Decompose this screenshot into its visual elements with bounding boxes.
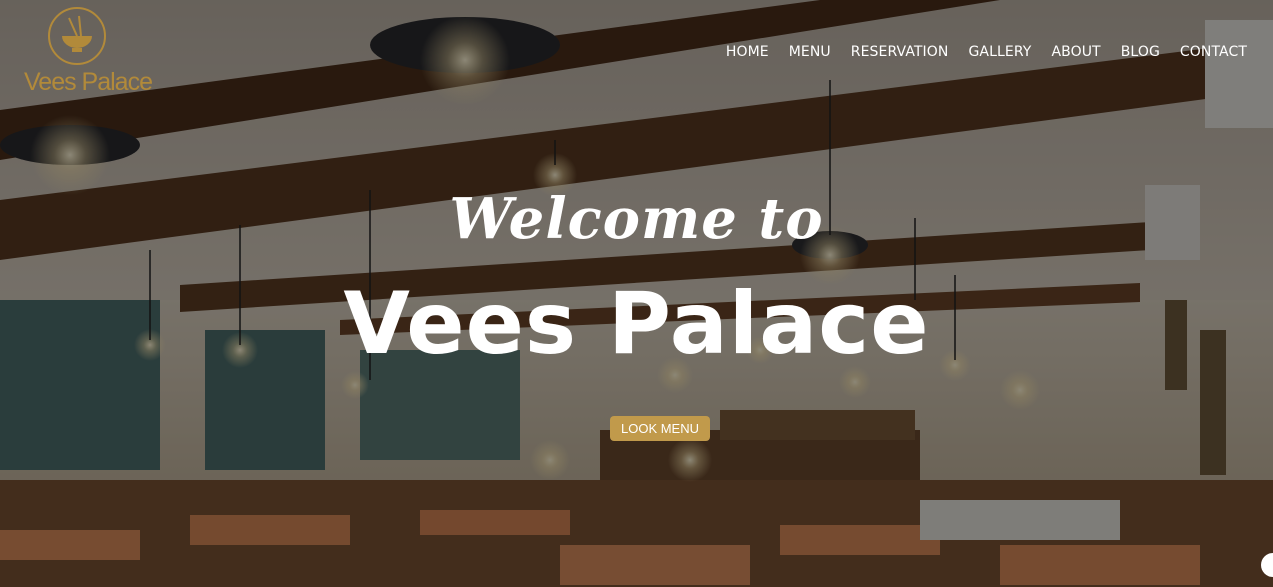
brand-name: Vees Palace [24, 68, 153, 96]
nav-item-home[interactable]: HOME [716, 43, 779, 61]
nav-item-reservation[interactable]: RESERVATION [841, 43, 959, 61]
main-navigation: HOME MENU RESERVATION GALLERY ABOUT BLOG… [716, 43, 1257, 61]
nav-item-gallery[interactable]: GALLERY [958, 43, 1041, 61]
hero-welcome-text: Welcome to [449, 186, 824, 252]
look-menu-button[interactable]: LOOK MENU [610, 416, 710, 441]
nav-item-blog[interactable]: BLOG [1111, 43, 1170, 61]
hero-section: Vees Palace HOME MENU RESERVATION GALLER… [0, 0, 1273, 587]
noodle-bowl-icon [48, 7, 106, 65]
nav-item-menu[interactable]: MENU [779, 43, 841, 61]
nav-item-about[interactable]: ABOUT [1041, 43, 1110, 61]
hero-title: Vees Palace [343, 274, 930, 374]
site-logo[interactable]: Vees Palace [24, 6, 153, 97]
nav-item-contact[interactable]: CONTACT [1170, 43, 1257, 61]
